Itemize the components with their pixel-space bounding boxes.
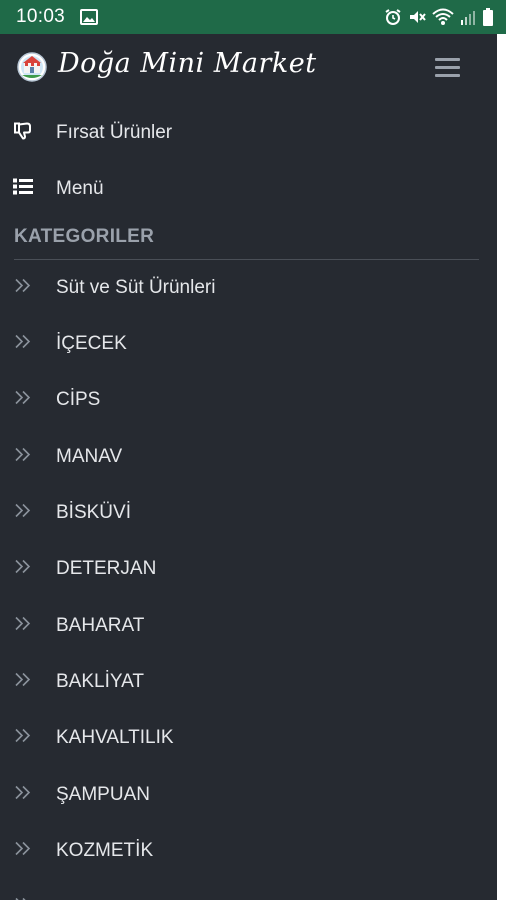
double-chevron-right-icon <box>13 728 33 749</box>
status-bar: 10:03 <box>0 0 506 34</box>
list-icon <box>13 178 33 201</box>
category-item[interactable]: BAHARAT <box>0 598 497 654</box>
double-chevron-right-icon <box>13 616 33 637</box>
category-label: ŞAMPUAN <box>56 784 150 805</box>
mute-icon <box>408 8 426 31</box>
menu-item-label: Menü <box>56 178 104 199</box>
category-item[interactable]: BİSKÜVİ <box>0 485 497 541</box>
wifi-icon <box>432 8 454 31</box>
category-label: MANAV <box>56 446 123 467</box>
battery-icon <box>482 7 494 32</box>
menu-item-firsat-urunler[interactable]: Fırsat Ürünler <box>0 105 497 161</box>
alarm-icon <box>384 8 402 31</box>
category-item[interactable]: Süt ve Süt Ürünleri <box>0 260 497 316</box>
signal-icon <box>460 8 476 31</box>
double-chevron-right-icon <box>13 897 33 900</box>
status-icons <box>384 7 494 32</box>
category-item[interactable]: ŞAMPUAN <box>0 767 497 823</box>
double-chevron-right-icon <box>13 447 33 468</box>
double-chevron-right-icon <box>13 559 33 580</box>
category-label: BAHARAT <box>56 615 145 636</box>
double-chevron-right-icon <box>13 841 33 862</box>
category-label: KOZMETİK <box>56 840 154 861</box>
store-logo <box>16 51 48 90</box>
category-item[interactable]: MANAV <box>0 429 497 485</box>
image-icon <box>80 9 98 30</box>
category-label: BİSKÜVİ <box>56 502 131 523</box>
navigation-drawer: Doğa Mini Market Fırsat Ürünler Menü KAT… <box>0 34 497 900</box>
category-item-partial[interactable] <box>0 879 497 900</box>
category-item[interactable]: KAHVALTILIK <box>0 710 497 766</box>
menu-item-menu[interactable]: Menü <box>0 161 497 217</box>
double-chevron-right-icon <box>13 334 33 355</box>
brand-name: Doğa Mini Market <box>58 48 317 79</box>
menu-item-label: Fırsat Ürünler <box>56 122 173 143</box>
category-label: DETERJAN <box>56 558 157 579</box>
content-edge <box>497 34 506 900</box>
category-item[interactable]: KOZMETİK <box>0 823 497 879</box>
hamburger-icon[interactable] <box>434 56 462 85</box>
double-chevron-right-icon <box>13 390 33 411</box>
categories-title: KATEGORILER <box>14 226 155 247</box>
double-chevron-right-icon <box>13 785 33 806</box>
double-chevron-right-icon <box>13 672 33 693</box>
category-item[interactable]: CİPS <box>0 372 497 428</box>
thumbs-down-icon <box>13 121 33 146</box>
status-time: 10:03 <box>16 6 66 27</box>
category-label: Süt ve Süt Ürünleri <box>56 277 216 298</box>
category-item[interactable]: DETERJAN <box>0 541 497 597</box>
double-chevron-right-icon <box>13 503 33 524</box>
category-label: İÇECEK <box>56 333 127 354</box>
category-label: CİPS <box>56 389 101 410</box>
category-item[interactable]: BAKLİYAT <box>0 654 497 710</box>
category-label: BAKLİYAT <box>56 671 144 692</box>
category-item[interactable]: İÇECEK <box>0 316 497 372</box>
double-chevron-right-icon <box>13 278 33 299</box>
category-label: KAHVALTILIK <box>56 727 174 748</box>
drawer-header: Doğa Mini Market <box>0 34 497 104</box>
